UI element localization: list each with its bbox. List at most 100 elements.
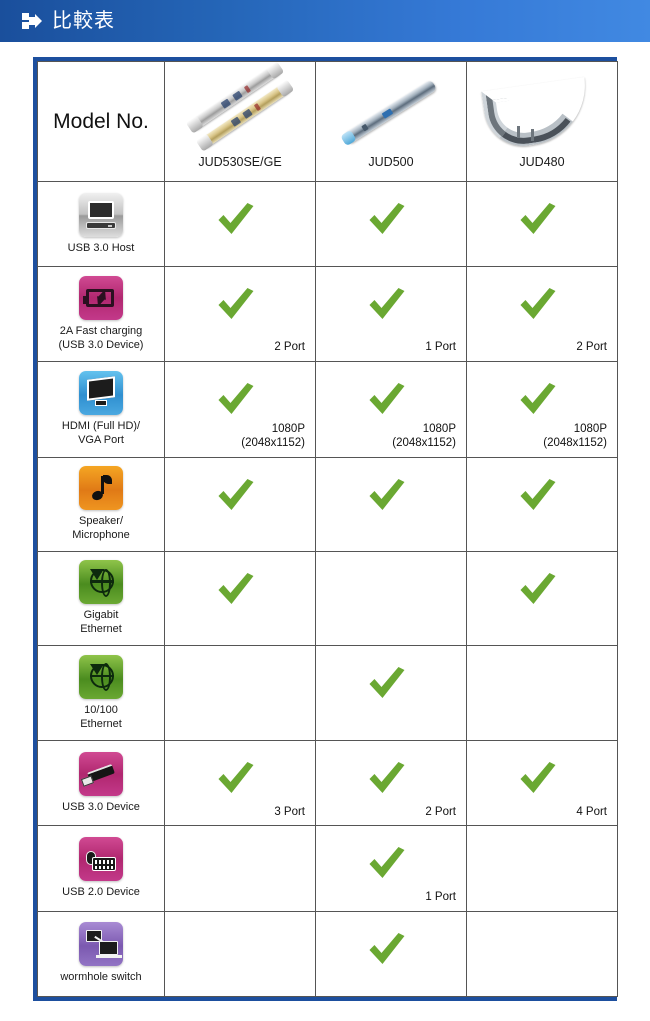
check-icon xyxy=(214,200,256,238)
value-cell-r2-c2: 1080P (2048x1152) xyxy=(466,360,618,458)
value-cell-r5-c1 xyxy=(315,645,467,741)
check-icon xyxy=(365,664,407,702)
product-name: JUD530SE/GE xyxy=(198,155,282,169)
feature-label: wormhole switch xyxy=(60,971,142,984)
value-cell-r0-c1 xyxy=(315,180,467,268)
value-cell-r7-c0 xyxy=(164,825,316,912)
check-icon xyxy=(214,570,256,608)
check-icon xyxy=(214,759,256,797)
check-icon xyxy=(214,380,256,418)
value-cell-r8-c1 xyxy=(315,910,467,998)
check-icon xyxy=(214,285,256,323)
value-cell-r4-c0 xyxy=(164,551,316,647)
port-note: 1 Port xyxy=(425,891,456,904)
port-note: 2 Port xyxy=(576,341,607,354)
product-image-dual-dock xyxy=(180,61,300,152)
check-icon xyxy=(214,476,256,514)
product-column-header-0: JUD530SE/GE xyxy=(164,61,316,182)
feature-cell-7: USB 2.0 Device xyxy=(37,825,165,912)
feature-cell-8: wormhole switch xyxy=(37,910,165,998)
table-row: Speaker/Microphone xyxy=(37,456,618,553)
table-row: USB 3.0 Device 3 Port 2 Port 4 Port xyxy=(37,739,618,827)
value-cell-r6-c0: 3 Port xyxy=(164,739,316,827)
globe-download-icon xyxy=(79,560,123,605)
check-icon xyxy=(365,285,407,323)
value-cell-r5-c0 xyxy=(164,645,316,741)
page-header: 比較表 xyxy=(0,0,650,42)
arrow-blocks-icon xyxy=(22,11,42,31)
value-cell-r7-c2 xyxy=(466,825,618,912)
table-row: USB 3.0 Host xyxy=(37,180,618,268)
check-icon xyxy=(516,380,558,418)
battery-charging-icon xyxy=(79,275,123,320)
keyboard-mouse-icon xyxy=(79,836,123,881)
check-icon xyxy=(516,759,558,797)
product-image-curved-dock xyxy=(477,74,607,152)
value-cell-r7-c1: 1 Port xyxy=(315,825,467,912)
check-icon xyxy=(516,285,558,323)
value-cell-r1-c2: 2 Port xyxy=(466,266,618,362)
check-icon xyxy=(365,930,407,968)
check-icon xyxy=(516,200,558,238)
feature-label: 2A Fast charging (USB 3.0 Device) xyxy=(58,324,144,351)
value-cell-r2-c0: 1080P (2048x1152) xyxy=(164,360,316,458)
check-icon xyxy=(365,759,407,797)
feature-cell-2: HDMI (Full HD)/VGA Port xyxy=(37,360,165,458)
check-icon xyxy=(365,476,407,514)
value-cell-r3-c1 xyxy=(315,456,467,553)
check-icon xyxy=(516,570,558,608)
value-cell-r6-c2: 4 Port xyxy=(466,739,618,827)
display-monitor-icon xyxy=(79,370,123,415)
feature-label: Gigabit Ethernet xyxy=(80,609,122,636)
feature-label: HDMI (Full HD)/VGA Port xyxy=(61,419,141,446)
table-row: 2A Fast charging (USB 3.0 Device) 2 Port 1 … xyxy=(37,266,618,362)
product-column-header-2: JUD480 xyxy=(466,61,618,182)
feature-cell-6: USB 3.0 Device xyxy=(37,739,165,827)
computer-monitor-icon xyxy=(79,192,123,237)
table-header-row: Model No. JUD530SE/GE JUD500 JUD480 xyxy=(37,61,618,182)
product-column-header-1: JUD500 xyxy=(315,61,467,182)
feature-label: USB 2.0 Device xyxy=(62,885,140,898)
port-note: 1 Port xyxy=(425,341,456,354)
feature-label: 10/100 Ethernet xyxy=(80,703,122,730)
port-note: 4 Port xyxy=(576,805,607,818)
table-row: HDMI (Full HD)/VGA Port 1080P (2048x1152) 1… xyxy=(37,360,618,458)
table-row: wormhole switch xyxy=(37,910,618,998)
model-no-header: Model No. xyxy=(37,61,165,182)
feature-label: USB 3.0 Host xyxy=(67,241,135,254)
usb-flash-drive-icon xyxy=(79,751,123,796)
feature-label: Speaker/Microphone xyxy=(72,515,130,541)
table-row: 10/100 Ethernet xyxy=(37,645,618,741)
product-name: JUD500 xyxy=(368,155,414,169)
feature-label: USB 3.0 Device xyxy=(62,800,140,813)
check-icon xyxy=(365,380,407,418)
comparison-table: Model No. JUD530SE/GE JUD500 JUD480 USB 3.0 … xyxy=(37,61,618,998)
value-cell-r4-c1 xyxy=(315,551,467,647)
value-cell-r8-c2 xyxy=(466,910,618,998)
port-note: 3 Port xyxy=(274,805,305,818)
port-note: 2 Port xyxy=(425,805,456,818)
check-icon xyxy=(516,476,558,514)
table-row: Gigabit Ethernet xyxy=(37,551,618,647)
feature-cell-5: 10/100 Ethernet xyxy=(37,645,165,741)
value-cell-r1-c1: 1 Port xyxy=(315,266,467,362)
value-cell-r3-c2 xyxy=(466,456,618,553)
port-note: 1080P (2048x1152) xyxy=(392,422,456,450)
port-note: 2 Port xyxy=(274,341,305,354)
value-cell-r2-c1: 1080P (2048x1152) xyxy=(315,360,467,458)
check-icon xyxy=(365,844,407,882)
globe-download-icon xyxy=(79,654,123,699)
value-cell-r3-c0 xyxy=(164,456,316,553)
product-name: JUD480 xyxy=(519,155,565,169)
check-icon xyxy=(365,200,407,238)
value-cell-r0-c2 xyxy=(466,180,618,268)
port-note: 1080P (2048x1152) xyxy=(543,422,607,450)
value-cell-r4-c2 xyxy=(466,551,618,647)
value-cell-r0-c0 xyxy=(164,180,316,268)
two-computers-icon xyxy=(79,922,123,967)
value-cell-r6-c1: 2 Port xyxy=(315,739,467,827)
product-image-slim-dock xyxy=(332,74,450,152)
page-title: 比較表 xyxy=(52,10,115,32)
feature-cell-1: 2A Fast charging (USB 3.0 Device) xyxy=(37,266,165,362)
value-cell-r5-c2 xyxy=(466,645,618,741)
